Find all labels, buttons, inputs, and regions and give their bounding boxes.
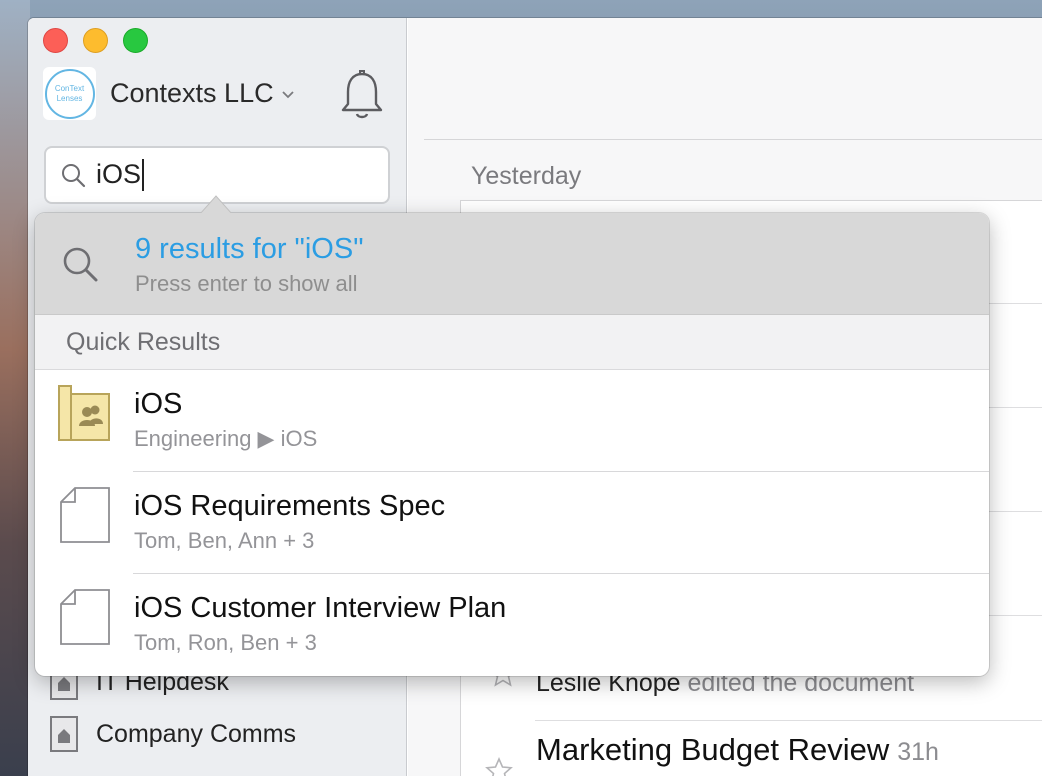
popover-arrow bbox=[200, 195, 232, 214]
desktop-wallpaper bbox=[0, 0, 30, 776]
result-title: iOS Requirements Spec bbox=[134, 490, 446, 522]
results-count: 9 results for "iOS" bbox=[135, 233, 364, 265]
team-folder-icon bbox=[50, 716, 78, 752]
document-title[interactable]: Marketing Budget Review 31h bbox=[536, 732, 939, 768]
feed-divider bbox=[535, 720, 1042, 721]
team-folder-icon bbox=[58, 385, 110, 441]
result-title: iOS bbox=[134, 388, 183, 420]
search-input[interactable]: iOS bbox=[96, 158, 145, 192]
close-window-button[interactable] bbox=[43, 28, 68, 53]
sidebar-item-label: Company Comms bbox=[96, 719, 297, 748]
quick-results-heading: Quick Results bbox=[35, 315, 989, 370]
document-icon bbox=[60, 487, 110, 543]
workspace-name: Contexts LLC bbox=[110, 78, 274, 108]
result-subtitle: Tom, Ron, Ben + 3 bbox=[134, 630, 317, 655]
workspace-logo: ConText Lenses bbox=[43, 67, 96, 120]
maximize-window-button[interactable] bbox=[123, 28, 148, 53]
document-icon bbox=[60, 589, 110, 645]
quick-result-item[interactable]: iOS Engineering ▶ iOS bbox=[35, 370, 989, 472]
quick-result-item[interactable]: iOS Customer Interview Plan Tom, Ron, Be… bbox=[35, 574, 989, 676]
quick-result-item[interactable]: iOS Requirements Spec Tom, Ben, Ann + 3 bbox=[35, 472, 989, 574]
results-hint: Press enter to show all bbox=[135, 271, 358, 296]
search-results-popover: 9 results for "iOS" Press enter to show … bbox=[35, 213, 989, 676]
show-all-results[interactable]: 9 results for "iOS" Press enter to show … bbox=[35, 213, 989, 315]
window-controls bbox=[43, 28, 148, 53]
search-icon bbox=[62, 164, 86, 188]
result-subtitle: Engineering ▶ iOS bbox=[134, 426, 318, 451]
search-input-value: iOS bbox=[96, 158, 142, 189]
result-subtitle: Tom, Ben, Ann + 3 bbox=[134, 528, 315, 553]
star-icon[interactable] bbox=[484, 756, 514, 776]
minimize-window-button[interactable] bbox=[83, 28, 108, 53]
sidebar-item-company-comms[interactable]: Company Comms bbox=[48, 715, 296, 753]
result-title: iOS Customer Interview Plan bbox=[134, 592, 507, 624]
document-age: 31h bbox=[897, 738, 939, 766]
bell-icon[interactable] bbox=[338, 70, 386, 122]
text-caret bbox=[142, 159, 145, 192]
logo-text-top: ConText bbox=[54, 83, 85, 93]
section-label-yesterday: Yesterday bbox=[471, 162, 582, 190]
search-icon bbox=[63, 247, 98, 282]
workspace-switcher[interactable]: ConText Lenses Contexts LLC bbox=[43, 67, 294, 120]
document-title-text: Marketing Budget Review bbox=[536, 732, 890, 767]
main-toolbar-area bbox=[424, 18, 1042, 140]
chevron-down-icon bbox=[281, 90, 294, 98]
logo-text-bottom: Lenses bbox=[56, 93, 83, 103]
